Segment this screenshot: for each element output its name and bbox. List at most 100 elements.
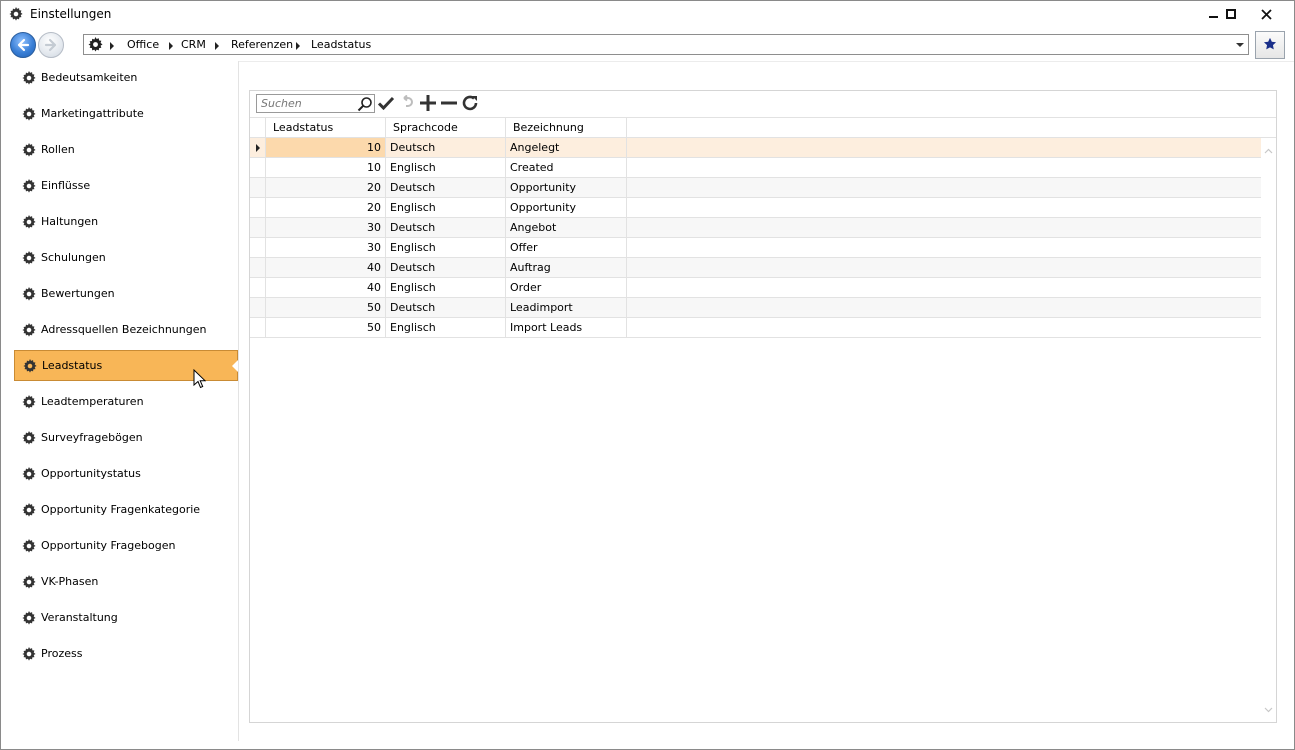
sidebar-item-bedeutsamkeiten[interactable]: Bedeutsamkeiten [14,62,238,93]
chevron-right-icon [169,42,173,50]
sidebar-item-veranstaltung[interactable]: Veranstaltung [14,602,238,633]
chevron-down-icon[interactable] [1264,703,1273,716]
sidebar-item-bewertungen[interactable]: Bewertungen [14,278,238,309]
gear-icon [22,430,36,445]
cell-sprachcode[interactable]: Englisch [386,238,506,257]
cell-sprachcode[interactable]: Englisch [386,198,506,217]
cell-leadstatus[interactable]: 50 [266,298,386,317]
search-box[interactable] [256,94,375,113]
row-indicator [250,138,266,157]
cell-bezeichnung[interactable]: Angebot [506,218,627,237]
cell-bezeichnung[interactable]: Auftrag [506,258,627,277]
search-icon[interactable] [357,96,373,115]
sidebar-item-opportunity-fragebogen[interactable]: Opportunity Fragebogen [14,530,238,561]
table-row[interactable]: 10 Englisch Created [250,158,1261,178]
row-indicator [250,158,266,177]
cell-leadstatus[interactable]: 30 [266,238,386,257]
cell-bezeichnung[interactable]: Angelegt [506,138,627,157]
address-bar[interactable]: Office CRM Referenzen Leadstatus [83,34,1249,55]
sidebar-item-vk-phasen[interactable]: VK-Phasen [14,566,238,597]
column-header-bezeichnung[interactable]: Bezeichnung [506,118,627,138]
cell-bezeichnung[interactable]: Leadimport [506,298,627,317]
breadcrumb-office[interactable]: Office [127,38,159,51]
table-row[interactable]: 30 Deutsch Angebot [250,218,1261,238]
column-header-sprachcode[interactable]: Sprachcode [386,118,506,138]
table-row[interactable]: 50 Deutsch Leadimport [250,298,1261,318]
cell-sprachcode[interactable]: Deutsch [386,218,506,237]
gear-icon [22,178,36,193]
sidebar-item-opportunity-fragenkategorie[interactable]: Opportunity Fragenkategorie [14,494,238,525]
cell-leadstatus[interactable]: 10 [266,138,386,157]
sidebar-item-einfluesse[interactable]: Einflüsse [14,170,238,201]
cell-bezeichnung[interactable]: Order [506,278,627,297]
sidebar-item-adressquellen-bezeichnungen[interactable]: Adressquellen Bezeichnungen [14,314,238,345]
sidebar-item-schulungen[interactable]: Schulungen [14,242,238,273]
save-button[interactable] [376,95,396,113]
sidebar-item-label: Bedeutsamkeiten [41,71,138,84]
gear-icon [22,646,36,661]
cell-leadstatus[interactable]: 10 [266,158,386,177]
add-button[interactable] [418,94,438,115]
table-row[interactable]: 40 Englisch Order [250,278,1261,298]
header-indicator [250,118,266,138]
cell-sprachcode[interactable]: Deutsch [386,138,506,157]
cell-sprachcode[interactable]: Englisch [386,278,506,297]
table-row[interactable]: 10 Deutsch Angelegt [250,138,1261,158]
sidebar-item-label: Haltungen [41,215,99,228]
sidebar-item-label: Einflüsse [41,179,91,192]
chevron-down-icon[interactable] [1236,43,1244,47]
forward-button[interactable] [38,32,64,58]
cell-bezeichnung[interactable]: Offer [506,238,627,257]
sidebar-item-rollen[interactable]: Rollen [14,134,238,165]
maximize-button[interactable] [1214,1,1248,27]
cell-sprachcode[interactable]: Deutsch [386,178,506,197]
sidebar-item-haltungen[interactable]: Haltungen [14,206,238,237]
cell-sprachcode[interactable]: Englisch [386,318,506,337]
undo-button[interactable] [397,94,417,113]
breadcrumb-referenzen[interactable]: Referenzen [231,38,293,51]
sidebar-item-surveyfrageboegen[interactable]: Surveyfragebögen [14,422,238,453]
chevron-up-icon[interactable] [1264,144,1273,157]
plus-icon [419,94,437,115]
cell-sprachcode[interactable]: Deutsch [386,258,506,277]
breadcrumb-leadstatus[interactable]: Leadstatus [311,38,371,51]
row-indicator [250,278,266,297]
cell-leadstatus[interactable]: 30 [266,218,386,237]
sidebar-item-label: Schulungen [41,251,106,264]
refresh-button[interactable] [460,95,480,113]
cell-leadstatus[interactable]: 40 [266,278,386,297]
favorite-button[interactable] [1255,31,1285,59]
vertical-scrollbar[interactable] [1261,138,1276,722]
gear-icon [22,106,36,121]
cell-sprachcode[interactable]: Englisch [386,158,506,177]
sidebar-item-marketingattribute[interactable]: Marketingattribute [14,98,238,129]
back-button[interactable] [10,32,36,58]
close-button[interactable] [1249,1,1283,27]
gear-icon [22,322,36,337]
cell-sprachcode[interactable]: Deutsch [386,298,506,317]
sidebar-item-opportunitystatus[interactable]: Opportunitystatus [14,458,238,489]
cell-bezeichnung[interactable]: Import Leads [506,318,627,337]
breadcrumb-crm[interactable]: CRM [181,38,206,51]
column-header-leadstatus[interactable]: Leadstatus [266,118,386,138]
cell-bezeichnung[interactable]: Opportunity [506,178,627,197]
sidebar-item-prozess[interactable]: Prozess [14,638,238,669]
table-row[interactable]: 40 Deutsch Auftrag [250,258,1261,278]
table-row[interactable]: 20 Englisch Opportunity [250,198,1261,218]
data-grid: Leadstatus Sprachcode Bezeichnung 10 Deu… [250,117,1276,722]
grid-header: Leadstatus Sprachcode Bezeichnung [250,117,1276,138]
cell-leadstatus[interactable]: 20 [266,198,386,217]
remove-button[interactable] [439,95,459,113]
settings-window: Einstellungen Office CRM Referenzen Lead… [0,0,1295,750]
cell-bezeichnung[interactable]: Created [506,158,627,177]
title-bar: Einstellungen [1,1,1294,29]
cell-bezeichnung[interactable]: Opportunity [506,198,627,217]
search-input[interactable] [257,95,357,112]
cell-leadstatus[interactable]: 50 [266,318,386,337]
cell-leadstatus[interactable]: 20 [266,178,386,197]
gear-icon [22,286,36,301]
table-row[interactable]: 50 Englisch Import Leads [250,318,1261,338]
table-row[interactable]: 20 Deutsch Opportunity [250,178,1261,198]
cell-leadstatus[interactable]: 40 [266,258,386,277]
table-row[interactable]: 30 Englisch Offer [250,238,1261,258]
